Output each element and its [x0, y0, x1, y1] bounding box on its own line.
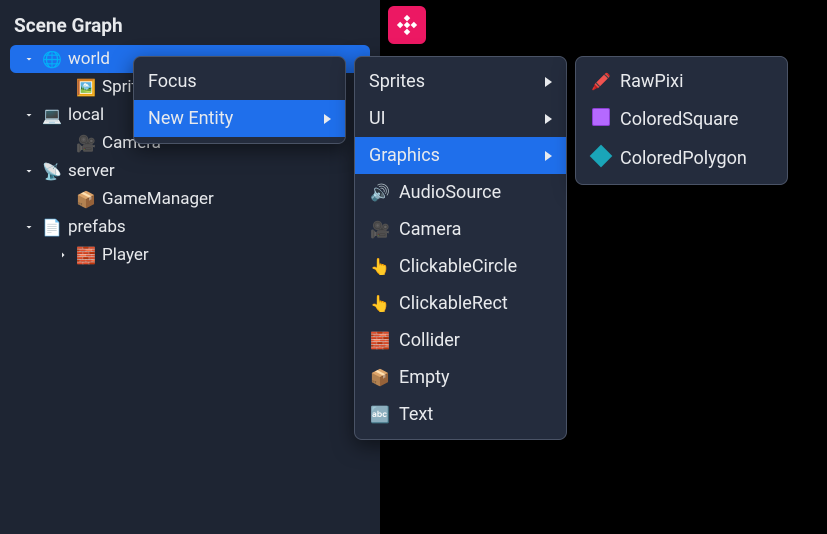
- context-menu-node: Focus New Entity: [133, 56, 346, 144]
- menu-item-label: ClickableCircle: [399, 256, 552, 277]
- tree-row-gamemanager[interactable]: 📦 GameManager: [10, 185, 370, 213]
- menu-item-coloredpolygon[interactable]: ColoredPolygon: [576, 138, 787, 178]
- square-swatch-icon: [592, 108, 610, 126]
- menu-item-collider[interactable]: 🧱 Collider: [355, 322, 566, 359]
- entity-icon: 👆: [369, 257, 391, 276]
- menu-item-coloredsquare[interactable]: ColoredSquare: [576, 100, 787, 138]
- submenu-graphics: 🖍️ RawPixi ColoredSquare ColoredPolygon: [575, 56, 788, 185]
- menu-item-label: Text: [399, 404, 552, 425]
- menu-item-label: ColoredPolygon: [620, 148, 773, 169]
- menu-item-label: Empty: [399, 367, 552, 388]
- menu-item-clickablerect[interactable]: 👆 ClickableRect: [355, 285, 566, 322]
- menu-item-label: ClickableRect: [399, 293, 552, 314]
- entity-icon: 👆: [369, 294, 391, 313]
- node-icon: 🌐: [42, 50, 62, 69]
- chevron-down-icon[interactable]: [22, 52, 36, 66]
- node-icon: 🖼️: [76, 78, 96, 97]
- menu-item-label: New Entity: [148, 108, 316, 129]
- panel-title: Scene Graph: [0, 8, 380, 45]
- pencil-icon: 🖍️: [591, 72, 611, 91]
- logo-icon: [396, 14, 418, 36]
- tree-row-prefabs[interactable]: 📄 prefabs: [10, 213, 370, 241]
- node-label: local: [68, 105, 104, 125]
- chevron-down-icon[interactable]: [22, 108, 36, 122]
- menu-item-focus[interactable]: Focus: [134, 63, 345, 100]
- node-label: prefabs: [68, 217, 126, 237]
- menu-item-clickablecircle[interactable]: 👆 ClickableCircle: [355, 248, 566, 285]
- node-label: Player: [102, 245, 149, 265]
- node-icon: 🎥: [76, 134, 96, 153]
- menu-item-label: Camera: [399, 219, 552, 240]
- chevron-down-icon[interactable]: [22, 164, 36, 178]
- submenu-arrow-icon: [324, 114, 331, 124]
- app-logo: [388, 6, 426, 44]
- polygon-swatch-icon: [590, 145, 613, 168]
- menu-item-label: ColoredSquare: [620, 109, 773, 130]
- node-icon: 📄: [42, 218, 62, 237]
- menu-item-empty[interactable]: 📦 Empty: [355, 359, 566, 396]
- chevron-spacer: [56, 192, 70, 206]
- chevron-right-icon[interactable]: [56, 248, 70, 262]
- entity-icon: 🎥: [369, 220, 391, 239]
- tree-row-player[interactable]: 🧱 Player: [10, 241, 370, 269]
- menu-item-label: RawPixi: [620, 71, 773, 92]
- node-label: server: [68, 161, 115, 181]
- menu-item-audiosource[interactable]: 🔊 AudioSource: [355, 174, 566, 211]
- menu-item-graphics[interactable]: Graphics: [355, 137, 566, 174]
- entity-icon: 🔊: [369, 183, 391, 202]
- menu-item-label: Focus: [148, 71, 331, 92]
- swatch-wrapper: 🖍️: [590, 72, 612, 91]
- node-icon: 📡: [42, 162, 62, 181]
- submenu-arrow-icon: [545, 114, 552, 124]
- menu-item-ui[interactable]: UI: [355, 100, 566, 137]
- submenu-new-entity: Sprites UI Graphics 🔊 AudioSource 🎥 Camera 👆 Cli…: [354, 56, 567, 440]
- menu-item-sprites[interactable]: Sprites: [355, 63, 566, 100]
- node-icon: 💻: [42, 106, 62, 125]
- menu-item-label: UI: [369, 108, 537, 129]
- node-icon: 📦: [76, 190, 96, 209]
- node-label: world: [68, 49, 110, 69]
- node-icon: 🧱: [76, 246, 96, 265]
- submenu-arrow-icon: [545, 151, 552, 161]
- menu-item-camera[interactable]: 🎥 Camera: [355, 211, 566, 248]
- chevron-spacer: [56, 136, 70, 150]
- menu-item-new-entity[interactable]: New Entity: [134, 100, 345, 137]
- menu-item-label: Collider: [399, 330, 552, 351]
- submenu-arrow-icon: [545, 77, 552, 87]
- tree-row-server[interactable]: 📡 server: [10, 157, 370, 185]
- swatch-wrapper: [590, 108, 612, 130]
- menu-item-label: Graphics: [369, 145, 537, 166]
- chevron-down-icon[interactable]: [22, 220, 36, 234]
- menu-item-label: Sprites: [369, 71, 537, 92]
- chevron-spacer: [56, 80, 70, 94]
- entity-icon: 🔤: [369, 405, 391, 424]
- menu-item-label: AudioSource: [399, 182, 552, 203]
- swatch-wrapper: [590, 146, 612, 170]
- menu-item-text[interactable]: 🔤 Text: [355, 396, 566, 433]
- menu-item-rawpixi[interactable]: 🖍️ RawPixi: [576, 63, 787, 100]
- entity-icon: 📦: [369, 368, 391, 387]
- entity-icon: 🧱: [369, 331, 391, 350]
- node-label: GameManager: [102, 189, 214, 209]
